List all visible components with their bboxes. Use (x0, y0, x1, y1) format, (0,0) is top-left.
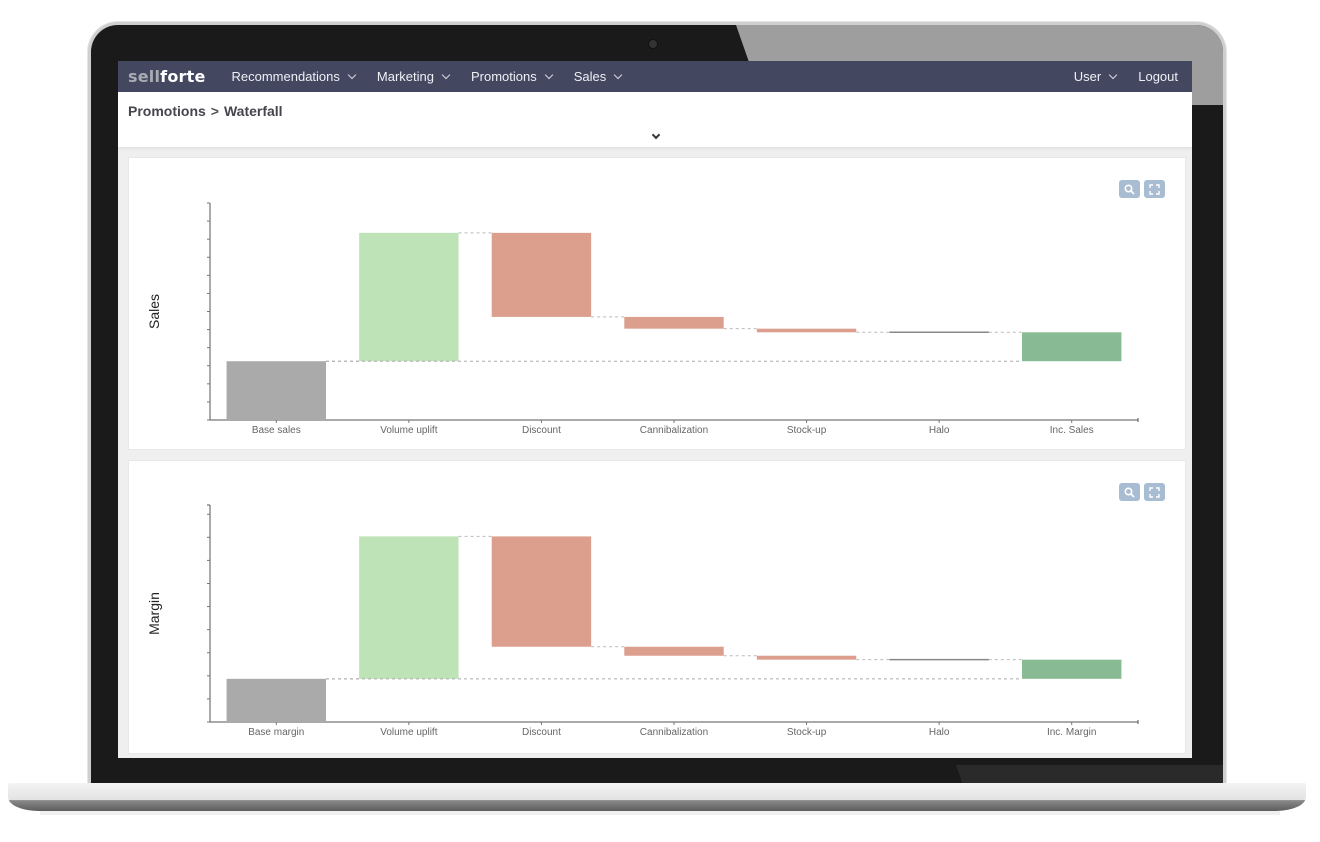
bar-inc-sales (1022, 332, 1122, 362)
bar-volume-uplift (359, 232, 459, 362)
margin-waterfall-chart: Margin Base margin Volume uplift Discount Ca… (146, 504, 1139, 738)
breadcrumb: Promotions > Waterfall (128, 103, 283, 119)
fullscreen-icon (1149, 486, 1160, 498)
bar-cannibalization (624, 646, 724, 656)
x-tick-label: Volume uplift (380, 425, 437, 436)
x-tick-label: Cannibalization (640, 727, 708, 738)
chevron-down-icon (441, 70, 451, 79)
x-tick-label: Discount (522, 425, 561, 436)
nav-label: Marketing (376, 69, 434, 84)
x-tick-label: Inc. Sales (1050, 425, 1094, 436)
zoom-icon (1124, 183, 1135, 195)
nav-recommendations[interactable]: Recommendations (231, 69, 357, 84)
x-tick-label: Discount (522, 727, 561, 738)
sales-waterfall-panel: Sales Base sales Volume uplift Discount Cann… (128, 157, 1186, 450)
sales-waterfall-chart: Sales Base sales Volume uplift Discount Cann… (146, 202, 1139, 436)
chevron-down-icon (347, 70, 357, 79)
breadcrumb-section[interactable]: Promotions (128, 103, 206, 119)
brand-logo[interactable]: sellforte (128, 67, 206, 86)
x-tick-label: Stock-up (787, 425, 827, 436)
breadcrumb-separator: > (210, 103, 219, 119)
fullscreen-button[interactable] (1144, 180, 1165, 198)
app-screen: sellforte Recommendations Marketing Prom… (118, 61, 1192, 758)
laptop-base (8, 783, 1306, 811)
bar-cannibalization (624, 316, 724, 329)
nav-right: User Logout (1074, 69, 1182, 84)
nav-sales[interactable]: Sales (573, 69, 623, 84)
user-label: User (1073, 69, 1102, 84)
zoom-icon (1124, 486, 1135, 498)
nav-label: Sales (573, 69, 607, 84)
chevron-down-icon (1108, 70, 1118, 79)
chevron-down-icon (544, 70, 553, 79)
bar-discount (491, 232, 592, 317)
x-tick-label: Stock-up (787, 727, 827, 738)
fullscreen-icon (1149, 183, 1160, 195)
chart-toolbar (1119, 180, 1165, 198)
x-tick-label: Halo (929, 425, 950, 436)
margin-waterfall-panel: Margin Base margin Volume uplift Discount Ca… (128, 460, 1186, 754)
breadcrumb-page: Waterfall (223, 103, 283, 119)
nav-label: Recommendations (231, 69, 340, 84)
chart-toolbar (1119, 483, 1165, 501)
breadcrumb-bar: Promotions > Waterfall (118, 92, 1192, 147)
logout-link[interactable]: Logout (1138, 69, 1178, 84)
nav-marketing[interactable]: Marketing (376, 69, 451, 84)
x-tick-label: Base margin (248, 727, 304, 738)
x-tick-label: Inc. Margin (1047, 727, 1096, 738)
x-tick-label: Cannibalization (640, 425, 708, 436)
x-tick-label: Volume uplift (380, 727, 437, 738)
chevron-down-icon (614, 70, 623, 79)
fullscreen-button[interactable] (1144, 483, 1165, 501)
bar-inc-margin (1022, 659, 1122, 679)
bar-discount (491, 536, 592, 647)
bar-base-sales (226, 361, 326, 420)
camera-icon (649, 40, 657, 48)
x-tick-label: Base sales (252, 425, 301, 436)
bar-base-margin (226, 678, 326, 722)
nav-promotions[interactable]: Promotions (470, 69, 553, 84)
x-tick-label: Halo (929, 727, 950, 738)
y-axis-label: Margin (146, 592, 162, 635)
y-axis-label: Sales (146, 294, 162, 329)
user-menu[interactable]: User (1073, 69, 1118, 84)
top-navbar: sellforte Recommendations Marketing Prom… (118, 61, 1192, 92)
nav-label: Promotions (470, 69, 537, 84)
bar-stock-up (756, 328, 857, 333)
zoom-button[interactable] (1119, 180, 1140, 198)
zoom-button[interactable] (1119, 483, 1140, 501)
bar-volume-uplift (359, 536, 459, 679)
brand-part-sell: sell (128, 67, 161, 86)
bar-stock-up (756, 655, 857, 660)
brand-part-forte: forte (160, 67, 206, 86)
laptop-shadow (40, 811, 1280, 815)
chevron-down-icon[interactable] (651, 130, 661, 140)
